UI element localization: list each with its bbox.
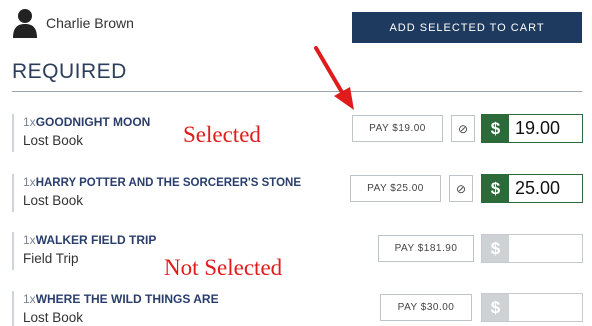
item-bar	[12, 114, 14, 152]
amount-input[interactable]	[509, 175, 582, 202]
item-title: 1xWHERE THE WILD THINGS ARE	[23, 292, 219, 306]
not-selected-annotation: Not Selected	[164, 255, 283, 280]
item-qty: 1x	[23, 292, 36, 306]
list-item: 1xHARRY POTTER AND THE SORCERER'S STONE …	[12, 170, 584, 220]
cancel-icon[interactable]: ⊘	[449, 175, 473, 202]
amount-input[interactable]	[509, 235, 582, 262]
amount-field: $	[481, 114, 583, 143]
item-type: Lost Book	[23, 310, 84, 325]
pay-button[interactable]: PAY $181.90	[378, 235, 474, 262]
cancel-icon[interactable]: ⊘	[451, 115, 475, 142]
item-type: Lost Book	[23, 193, 84, 208]
pay-button[interactable]: PAY $19.00	[352, 115, 443, 142]
item-bar	[12, 232, 14, 270]
item-name[interactable]: WALKER FIELD TRIP	[36, 233, 157, 247]
amount-field: $	[481, 174, 583, 203]
item-title: 1xGOODNIGHT MOON	[23, 115, 150, 129]
dollar-icon: $	[482, 115, 509, 142]
amount-field: $	[481, 293, 583, 322]
arrow-icon	[314, 46, 354, 110]
item-bar	[12, 291, 14, 326]
item-name[interactable]: WHERE THE WILD THINGS ARE	[36, 292, 219, 306]
item-qty: 1x	[23, 115, 36, 129]
item-name[interactable]: HARRY POTTER AND THE SORCERER'S STONE	[36, 177, 301, 189]
add-selected-to-cart-button[interactable]: ADD SELECTED TO CART	[352, 12, 582, 43]
selected-annotation: Selected	[183, 122, 261, 147]
dollar-icon: $	[482, 235, 509, 262]
dollar-icon: $	[482, 175, 509, 202]
user-icon	[13, 9, 37, 38]
pay-button[interactable]: PAY $30.00	[380, 294, 472, 321]
item-type: Lost Book	[23, 133, 84, 148]
amount-input[interactable]	[509, 294, 582, 321]
item-title: 1xWALKER FIELD TRIP	[23, 233, 156, 247]
amount-input[interactable]	[509, 115, 582, 142]
item-bar	[12, 174, 14, 212]
user-info: Charlie Brown	[12, 8, 134, 38]
item-qty: 1x	[23, 233, 36, 247]
item-name[interactable]: GOODNIGHT MOON	[36, 115, 151, 129]
pay-button[interactable]: PAY $25.00	[350, 175, 441, 202]
section-title: REQUIRED	[12, 60, 127, 83]
dollar-icon: $	[482, 294, 509, 321]
list-item: 1xWHERE THE WILD THINGS ARE Lost Book PA…	[12, 287, 584, 326]
item-title: 1xHARRY POTTER AND THE SORCERER'S STONE	[23, 175, 301, 189]
item-qty: 1x	[23, 175, 36, 189]
user-name: Charlie Brown	[46, 15, 134, 31]
item-type: Field Trip	[23, 251, 79, 266]
amount-field: $	[481, 234, 583, 263]
section-divider	[12, 91, 582, 92]
list-item: 1xWALKER FIELD TRIP Field Trip PAY $181.…	[12, 228, 584, 278]
list-item: 1xGOODNIGHT MOON Lost Book PAY $19.00 ⊘ …	[12, 110, 584, 160]
